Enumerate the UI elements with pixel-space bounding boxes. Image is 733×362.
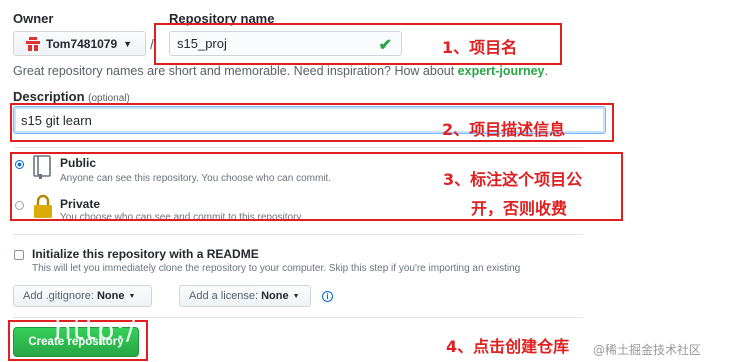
owner-dropdown[interactable]: Tom7481079 ▼ <box>13 31 146 56</box>
user-avatar-icon <box>26 36 40 51</box>
name-suggestion-link[interactable]: expert-journey <box>458 64 545 78</box>
description-label: Description (optional) <box>13 89 130 104</box>
annotation-1: 1、项目名 <box>442 38 518 57</box>
caret-down-icon: ▼ <box>123 38 133 49</box>
annotation-4: 4、点击创建仓库 <box>446 337 570 356</box>
repo-name-hint: Great repository names are short and mem… <box>13 64 548 78</box>
url-watermark: http:/ <box>54 313 137 346</box>
license-dropdown[interactable]: Add a license: None ▼ <box>179 285 311 307</box>
caret-down-icon: ▼ <box>292 292 300 300</box>
hint-text: Great repository names are short and mem… <box>13 64 458 78</box>
gitignore-value: None <box>96 290 125 302</box>
description-label-text: Description <box>13 89 85 104</box>
annotation-2: 2、项目描述信息 <box>442 120 566 139</box>
annotation-3-line1: 3、标注这个项目公 <box>443 170 583 189</box>
readme-title: Initialize this repository with a README <box>32 247 259 261</box>
owner-label: Owner <box>13 11 54 26</box>
readme-checkbox[interactable] <box>14 250 24 260</box>
license-label: Add a license: <box>189 290 259 302</box>
annotation-3-line2: 开，否则收费 <box>471 199 568 218</box>
watermark: @稀土掘金技术社区 <box>593 343 702 357</box>
readme-note: This will let you immediately clone the … <box>32 263 521 274</box>
gitignore-label: Add .gitignore: <box>23 290 94 302</box>
caret-down-icon: ▼ <box>128 292 136 300</box>
divider <box>13 234 583 235</box>
divider <box>13 147 583 148</box>
owner-name: Tom7481079 <box>46 36 118 51</box>
hint-end: . <box>544 64 548 78</box>
info-icon[interactable]: i <box>322 291 333 302</box>
gitignore-dropdown[interactable]: Add .gitignore: None ▼ <box>13 285 152 307</box>
license-value: None <box>261 290 289 302</box>
